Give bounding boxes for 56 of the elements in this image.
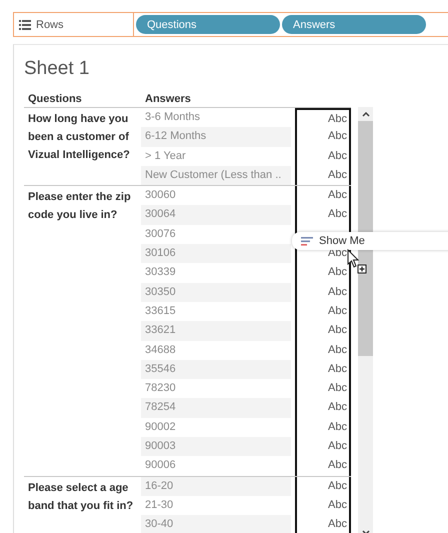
table-cell: 90003 (141, 437, 291, 456)
table-cell: Abc (295, 360, 351, 380)
table-cell: Abc (295, 108, 351, 128)
bar-chart-icon (301, 236, 314, 246)
table-cell: Abc (295, 515, 351, 533)
table-cell: 30106 (141, 244, 291, 264)
table-cell-text: 30060 (144, 188, 177, 204)
scroll-up-icon[interactable] (362, 112, 370, 117)
field-pill[interactable]: Questions (136, 15, 280, 34)
table-cell-text: 90006 (144, 458, 177, 474)
sheet-title: Sheet 1 (24, 58, 90, 81)
table-cell: 30-40 (141, 515, 291, 533)
table-cell: 33621 (141, 321, 291, 341)
table-cell: Abc (295, 418, 351, 438)
table-cell: 35546 (141, 360, 291, 380)
table-cell-text: 78230 (144, 381, 177, 396)
field-pill[interactable]: Answers (282, 15, 426, 34)
column-header: Answers (145, 93, 191, 107)
table-cell: Abc (295, 496, 351, 516)
table-cell: Abc (295, 437, 351, 456)
question-label: How long have you been a customer of Vizual Intelligence? (28, 113, 130, 161)
show-me-tooltip[interactable]: Show Me (292, 232, 448, 250)
table-cell: Abc (295, 205, 351, 225)
table-cell: 6-12 Months (141, 127, 291, 147)
table-cell-text: 90002 (144, 420, 177, 435)
question-label: Please select a age band that you fit in? (28, 482, 134, 512)
table-cell: Abc (295, 282, 351, 302)
table-cell: Abc (295, 166, 351, 186)
table-cell: 30064 (141, 205, 291, 225)
table-cell-text: 21-30 (144, 498, 174, 513)
table-cell: Abc (295, 379, 351, 398)
table-cell-text: > 1 Year (144, 148, 187, 164)
table-cell: New Customer (Less than .. (141, 166, 291, 186)
table-cell: Abc (295, 398, 351, 418)
table-cell: 16-20 (141, 476, 291, 496)
table-cell: Abc (295, 340, 351, 360)
table-cell: Abc (295, 146, 351, 166)
question-label: Please enter the zip code you live in? (28, 191, 131, 222)
table-cell: Abc (295, 456, 351, 476)
table-cell-text: 30076 (144, 226, 177, 242)
list-icon (19, 20, 31, 30)
shelf-label: Rows (36, 18, 64, 30)
table-cell: 78254 (141, 398, 291, 418)
table-cell: Abc (295, 186, 351, 206)
table-cell: Abc (295, 476, 351, 496)
table-cell: Abc (295, 127, 351, 147)
tooltip-label: Show Me (319, 235, 365, 247)
table-cell-text: 33615 (144, 304, 177, 319)
table-cell-text: 3-6 Months (144, 110, 202, 125)
table-cell-text: 34688 (144, 342, 177, 358)
table-cell: Abc (295, 302, 351, 322)
table-cell: 30350 (141, 282, 291, 302)
table-cell: Abc (295, 321, 351, 341)
cursor-icon (347, 249, 367, 275)
column-header: Questions (27, 93, 83, 107)
table-cell-text: 30339 (144, 265, 177, 280)
